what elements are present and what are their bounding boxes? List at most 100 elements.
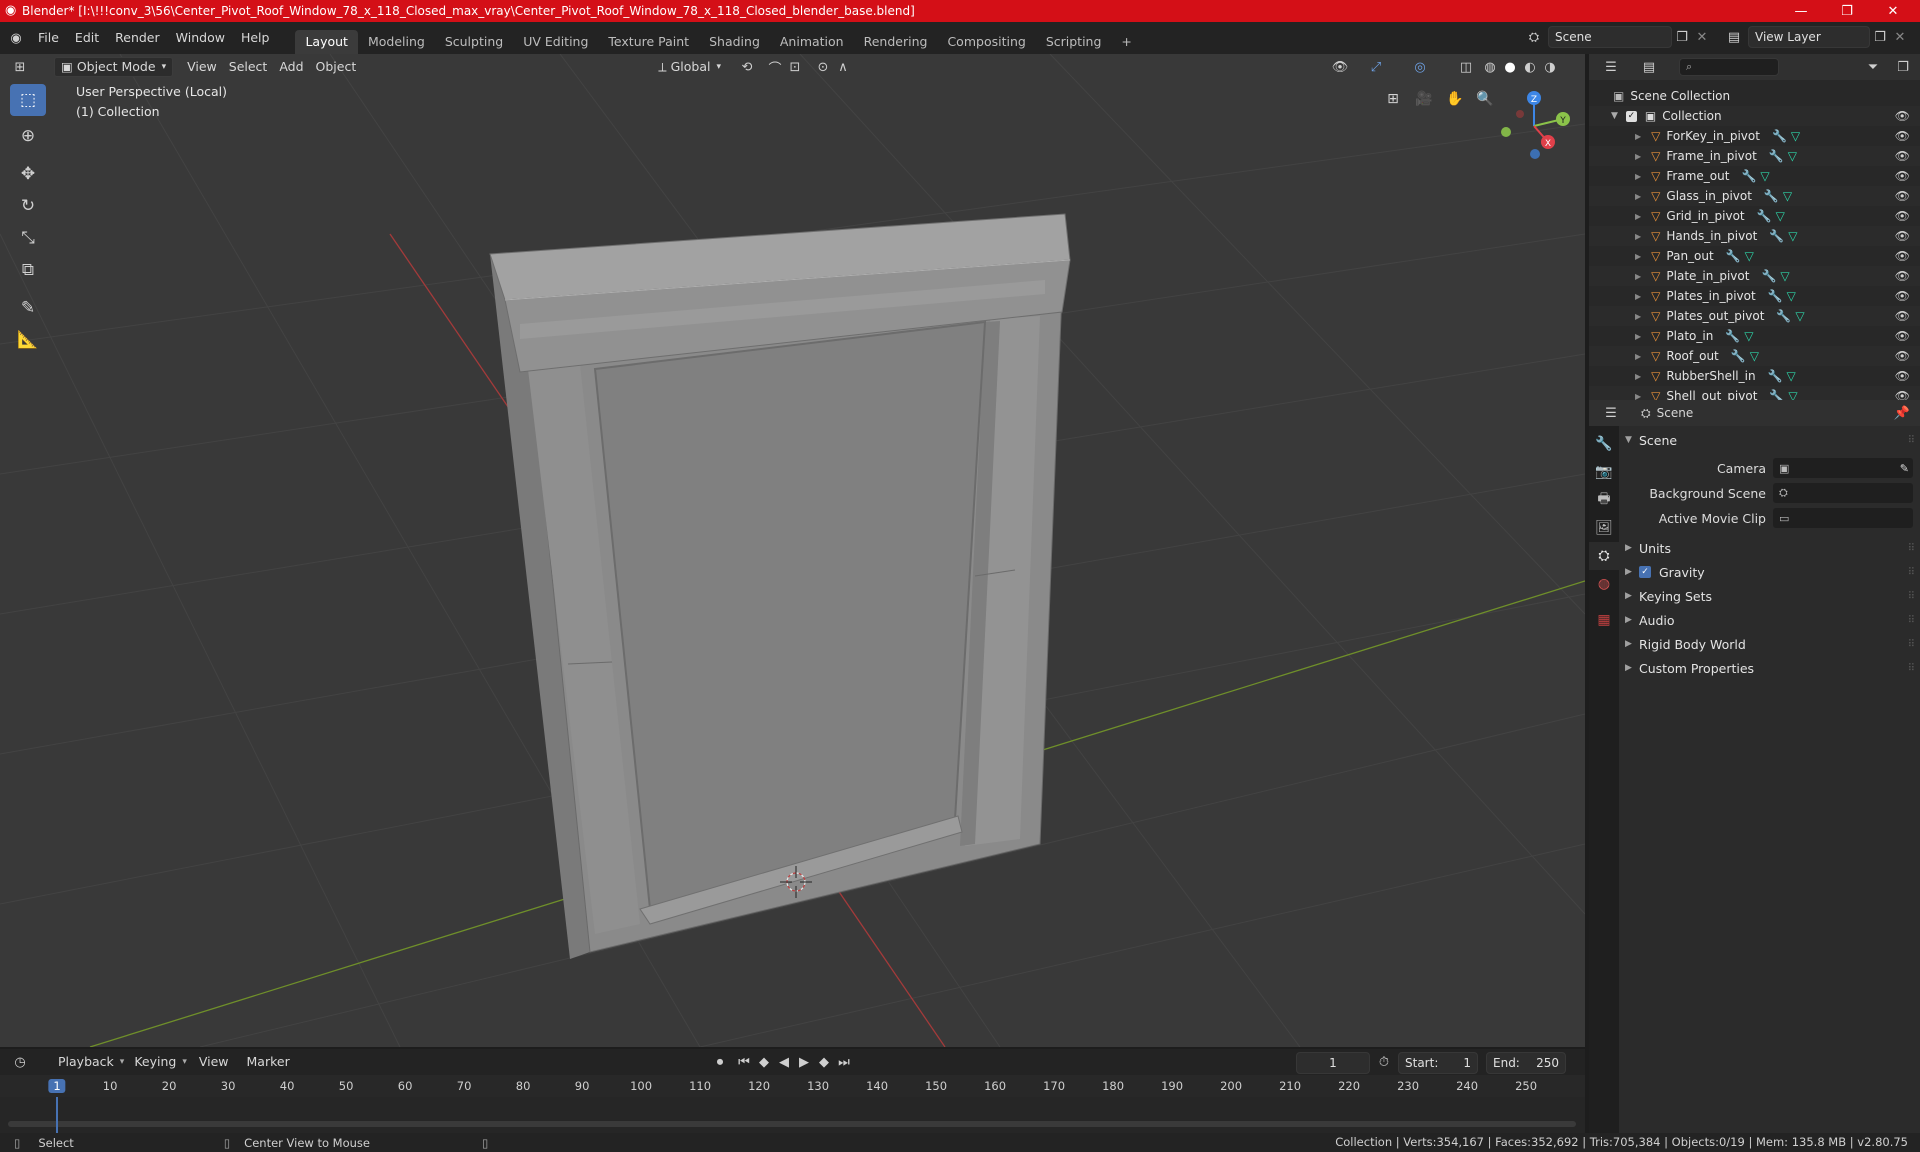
- falloff-icon[interactable]: ∧: [833, 57, 853, 77]
- modifier-wrench-icon[interactable]: 🔧: [1726, 249, 1741, 263]
- proportional-editing-icon[interactable]: ⊙: [813, 57, 833, 77]
- panel-units-header[interactable]: ▶ Units ⠿: [1621, 536, 1920, 560]
- render-tab-icon[interactable]: 📷: [1589, 458, 1619, 486]
- panel-custom-properties-header[interactable]: ▶ Custom Properties ⠿: [1621, 656, 1920, 680]
- next-keyframe-icon[interactable]: ◆: [814, 1052, 834, 1072]
- eye-icon[interactable]: 👁: [1895, 249, 1910, 263]
- measure-tool-icon[interactable]: 📐: [10, 324, 46, 356]
- tab-layout[interactable]: Layout: [295, 30, 358, 54]
- maximize-button[interactable]: ❐: [1824, 0, 1870, 22]
- outliner-object-row[interactable]: ▶ ▽ Frame_in_pivot 🔧 ▽ 👁: [1589, 146, 1920, 166]
- eye-icon[interactable]: 👁: [1895, 309, 1910, 323]
- filter-icon[interactable]: ⏷: [1863, 57, 1883, 77]
- rotate-tool-icon[interactable]: ↻: [10, 190, 46, 222]
- tab-scripting[interactable]: Scripting: [1036, 30, 1112, 54]
- menu-edit[interactable]: Edit: [67, 27, 107, 49]
- shading-solid-icon[interactable]: ●: [1500, 57, 1520, 77]
- expand-icon[interactable]: ▶: [1635, 292, 1641, 301]
- background-scene-field[interactable]: ⛭: [1773, 483, 1913, 503]
- properties-editor-icon[interactable]: ☰: [1601, 403, 1621, 423]
- drag-handle-icon[interactable]: ⠿: [1908, 639, 1915, 650]
- eye-icon[interactable]: 👁: [1895, 269, 1910, 283]
- tab-shading[interactable]: Shading: [699, 30, 770, 54]
- eye-icon[interactable]: 👁: [1895, 289, 1910, 303]
- annotate-tool-icon[interactable]: ✎: [10, 292, 46, 324]
- mesh-data-icon[interactable]: ▽: [1745, 249, 1754, 263]
- expand-icon[interactable]: ▶: [1635, 212, 1641, 221]
- outliner-object-row[interactable]: ▶ ▽ Hands_in_pivot 🔧 ▽ 👁: [1589, 226, 1920, 246]
- timeline-menu-keying[interactable]: Keying: [128, 1052, 182, 1072]
- gravity-checkbox[interactable]: ✓: [1639, 566, 1651, 578]
- eye-icon[interactable]: 👁: [1895, 229, 1910, 243]
- view-layer-field[interactable]: View Layer: [1748, 26, 1870, 48]
- tool-tab-icon[interactable]: 🔧: [1589, 430, 1619, 458]
- outliner-object-row[interactable]: ▶ ▽ Pan_out 🔧 ▽ 👁: [1589, 246, 1920, 266]
- view-layer-icon[interactable]: ▤: [1724, 27, 1744, 47]
- panel-keying-sets-header[interactable]: ▶ Keying Sets ⠿: [1621, 584, 1920, 608]
- select-box-tool-icon[interactable]: ⬚: [10, 84, 46, 116]
- delete-view-layer-icon[interactable]: ✕: [1890, 27, 1910, 47]
- modifier-wrench-icon[interactable]: 🔧: [1741, 169, 1756, 183]
- object-mode-dropdown[interactable]: ▣ Object Mode ▾: [54, 57, 174, 77]
- expand-icon[interactable]: ▶: [1635, 152, 1641, 161]
- delete-scene-icon[interactable]: ✕: [1692, 27, 1712, 47]
- timeline-menu-view[interactable]: View: [193, 1052, 235, 1072]
- outliner-editor-icon[interactable]: ☰: [1601, 57, 1621, 77]
- mesh-data-icon[interactable]: ▽: [1776, 209, 1785, 223]
- view-layer-tab-icon[interactable]: 🖼: [1589, 514, 1619, 542]
- menu-file[interactable]: File: [30, 27, 67, 49]
- timeline-body[interactable]: [0, 1097, 1585, 1133]
- mesh-data-icon[interactable]: ▽: [1787, 369, 1796, 383]
- gizmo-toggle-icon[interactable]: ⤢: [1366, 57, 1386, 77]
- modifier-wrench-icon[interactable]: 🔧: [1769, 229, 1784, 243]
- eye-icon[interactable]: 👁: [1895, 109, 1910, 123]
- minimize-button[interactable]: —: [1778, 0, 1824, 22]
- new-collection-icon[interactable]: ❐: [1893, 57, 1913, 77]
- viewport-menu-select[interactable]: Select: [223, 57, 274, 77]
- eye-icon[interactable]: 👁: [1895, 329, 1910, 343]
- outliner-object-row[interactable]: ▶ ▽ Plato_in 🔧 ▽ 👁: [1589, 326, 1920, 346]
- outliner-collection[interactable]: ▼ ✓ ▣ Collection 👁: [1589, 106, 1920, 126]
- outliner-object-row[interactable]: ▶ ▽ ForKey_in_pivot 🔧 ▽ 👁: [1589, 126, 1920, 146]
- outliner-search-input[interactable]: ⌕: [1679, 58, 1779, 76]
- timeline-menu-marker[interactable]: Marker: [241, 1052, 296, 1072]
- playhead-line[interactable]: [56, 1097, 58, 1133]
- tab-texture-paint[interactable]: Texture Paint: [598, 30, 699, 54]
- expand-icon[interactable]: ▶: [1635, 192, 1641, 201]
- navigation-gizmo[interactable]: Z Y X: [1490, 84, 1570, 164]
- mesh-data-icon[interactable]: ▽: [1783, 189, 1792, 203]
- transform-orientation-dropdown[interactable]: ⟂ Global ▾: [652, 57, 727, 77]
- timeline-editor-icon[interactable]: ◷: [10, 1052, 30, 1072]
- xray-icon[interactable]: ◫: [1456, 57, 1476, 77]
- eye-icon[interactable]: 👁: [1895, 189, 1910, 203]
- outliner-object-row[interactable]: ▶ ▽ Glass_in_pivot 🔧 ▽ 👁: [1589, 186, 1920, 206]
- preview-range-icon[interactable]: ⏱: [1374, 1052, 1394, 1072]
- drag-handle-icon[interactable]: ⠿: [1908, 591, 1915, 602]
- tab-rendering[interactable]: Rendering: [854, 30, 938, 54]
- mesh-data-icon[interactable]: ▽: [1788, 149, 1797, 163]
- tab-sculpting[interactable]: Sculpting: [435, 30, 513, 54]
- outliner-object-row[interactable]: ▶ ▽ Plates_out_pivot 🔧 ▽ 👁: [1589, 306, 1920, 326]
- tab-modeling[interactable]: Modeling: [358, 30, 435, 54]
- viewport-menu-object[interactable]: Object: [310, 57, 363, 77]
- pivot-point-icon[interactable]: ⟲: [737, 57, 757, 77]
- timeline-scrollbar[interactable]: [8, 1121, 1576, 1127]
- drag-handle-icon[interactable]: ⠿: [1908, 435, 1915, 446]
- outliner-object-row[interactable]: ▶ ▽ Frame_out 🔧 ▽ 👁: [1589, 166, 1920, 186]
- texture-tab-icon[interactable]: ▦: [1589, 606, 1619, 634]
- outliner-object-row[interactable]: ▶ ▽ RubberShell_in 🔧 ▽ 👁: [1589, 366, 1920, 386]
- close-button[interactable]: ✕: [1870, 0, 1916, 22]
- expand-icon[interactable]: ▼: [1611, 111, 1618, 121]
- panel-scene-header[interactable]: ▼ Scene ⠿: [1621, 428, 1920, 452]
- shading-material-icon[interactable]: ◐: [1520, 57, 1540, 77]
- prev-keyframe-icon[interactable]: ◆: [754, 1052, 774, 1072]
- 3d-viewport[interactable]: ⊞ ▣ Object Mode ▾ View Select Add Object…: [0, 54, 1585, 1047]
- editor-type-icon[interactable]: ⊞: [10, 57, 30, 77]
- move-tool-icon[interactable]: ✥: [10, 158, 46, 190]
- add-workspace-button[interactable]: +: [1111, 30, 1141, 54]
- start-frame-field[interactable]: Start: 1: [1398, 1052, 1478, 1074]
- eye-icon[interactable]: 👁: [1895, 149, 1910, 163]
- modifier-wrench-icon[interactable]: 🔧: [1768, 369, 1783, 383]
- expand-icon[interactable]: ▶: [1635, 352, 1641, 361]
- display-mode-icon[interactable]: ▤: [1639, 57, 1659, 77]
